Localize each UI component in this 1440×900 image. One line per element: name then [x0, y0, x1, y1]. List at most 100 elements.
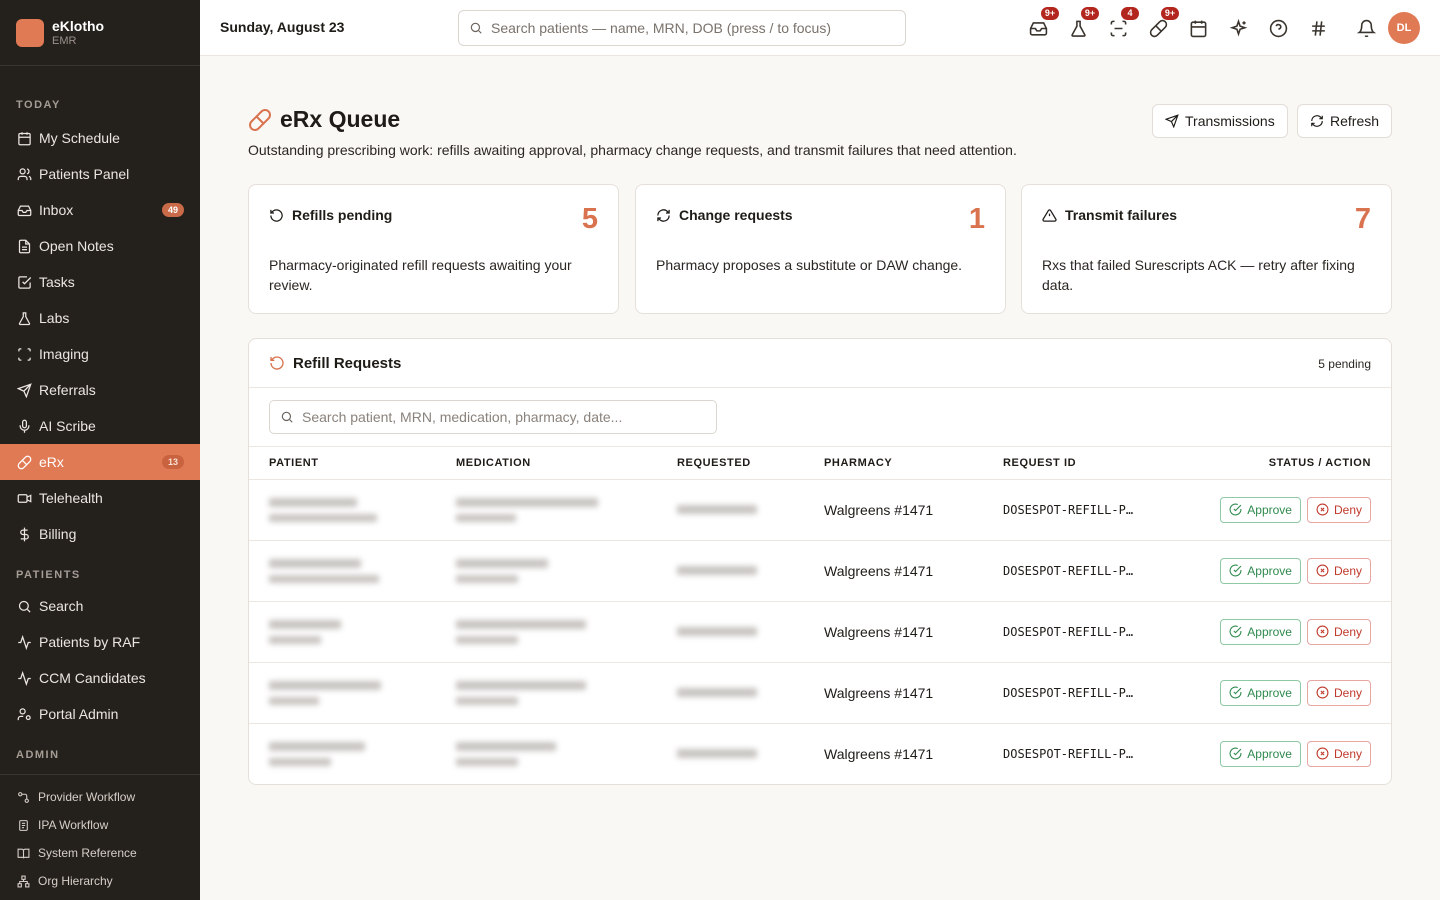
- hash-icon[interactable]: [1308, 18, 1328, 38]
- sidebar-item-open-notes[interactable]: Open Notes: [0, 228, 200, 264]
- x-circle-icon: [1316, 747, 1329, 760]
- labs-badge: 9+: [1081, 7, 1099, 20]
- deny-button[interactable]: Deny: [1306, 557, 1371, 584]
- patient-cell[interactable]: [249, 723, 456, 784]
- transmit-failures-card[interactable]: Transmit failures 7 Rxs that failed Sure…: [1021, 184, 1392, 314]
- approve-button[interactable]: Approve: [1220, 740, 1301, 767]
- sidebar-item-label: IPA Workflow: [38, 818, 109, 832]
- hierarchy-icon: [16, 874, 30, 888]
- erx-badge: 9+: [1161, 7, 1179, 20]
- sidebar-item-labs[interactable]: Labs: [0, 300, 200, 336]
- sidebar-item-portal-admin[interactable]: Portal Admin: [0, 696, 200, 732]
- calendar-icon[interactable]: [1188, 18, 1208, 38]
- refills-pending-card[interactable]: Refills pending 5 Pharmacy-originated re…: [248, 184, 619, 314]
- patient-search-input[interactable]: Search patients — name, MRN, DOB (press …: [458, 10, 906, 46]
- medication-cell: [456, 662, 677, 724]
- redacted-patient-mrn: [269, 635, 321, 644]
- topbar: Sunday, August 23 Search patients — name…: [200, 0, 1440, 56]
- requested-cell: [677, 540, 824, 602]
- check-circle-icon: [1229, 503, 1242, 516]
- sidebar-item-referrals[interactable]: Referrals: [0, 372, 200, 408]
- table-row[interactable]: Walgreens #1471 DOSESPOT-REFILL-P… Approve…: [249, 479, 1391, 541]
- redacted-date: [677, 566, 757, 575]
- deny-button[interactable]: Deny: [1306, 496, 1371, 523]
- deny-button[interactable]: Deny: [1306, 740, 1371, 767]
- patient-cell[interactable]: [249, 540, 456, 602]
- redacted-medication: [456, 619, 586, 629]
- deny-label: Deny: [1333, 563, 1362, 578]
- bell-icon[interactable]: [1356, 18, 1376, 38]
- change-requests-card[interactable]: Change requests 1 Pharmacy proposes a su…: [635, 184, 1006, 314]
- sidebar-item-patients-by-raf[interactable]: Patients by RAF: [0, 624, 200, 660]
- approve-button[interactable]: Approve: [1220, 496, 1301, 523]
- user-avatar[interactable]: DL: [1388, 12, 1420, 44]
- table-row[interactable]: Walgreens #1471 DOSESPOT-REFILL-P… Approve…: [249, 540, 1391, 602]
- transmissions-button[interactable]: Transmissions: [1152, 104, 1288, 138]
- flask-icon[interactable]: 9+: [1068, 7, 1099, 38]
- approve-button[interactable]: Approve: [1220, 618, 1301, 645]
- redacted-patient-name: [269, 497, 357, 507]
- sidebar-item-label: Inbox: [39, 202, 74, 218]
- redacted-date: [677, 688, 757, 697]
- x-circle-icon: [1316, 686, 1329, 699]
- sidebar-item-telehealth[interactable]: Telehealth: [0, 480, 200, 516]
- scan-icon[interactable]: 4: [1108, 7, 1139, 38]
- sidebar-item-provider-workflow[interactable]: Provider Workflow: [0, 783, 200, 811]
- table-row[interactable]: Walgreens #1471 DOSESPOT-REFILL-P… Approve…: [249, 662, 1391, 724]
- sidebar-item-my-schedule[interactable]: My Schedule: [0, 120, 200, 156]
- pill-icon: [248, 108, 272, 132]
- col-patient[interactable]: PATIENT: [249, 447, 456, 480]
- col-requested[interactable]: REQUESTED: [677, 447, 824, 480]
- send-icon: [1165, 114, 1179, 128]
- deny-button[interactable]: Deny: [1306, 679, 1371, 706]
- col-request-id[interactable]: REQUEST ID: [1003, 447, 1183, 480]
- sidebar-item-search[interactable]: Search: [0, 588, 200, 624]
- check-circle-icon: [1229, 625, 1242, 638]
- sidebar-item-tasks[interactable]: Tasks: [0, 264, 200, 300]
- send-icon: [16, 382, 32, 398]
- transmissions-label: Transmissions: [1185, 113, 1275, 129]
- sidebar-item-billing[interactable]: Billing: [0, 516, 200, 552]
- brand[interactable]: eKlotho EMR: [0, 0, 200, 66]
- inbox-icon[interactable]: 9+: [1028, 7, 1059, 38]
- refill-rows: Walgreens #1471 DOSESPOT-REFILL-P… Approve…: [249, 479, 1391, 784]
- sidebar-item-patients-panel[interactable]: Patients Panel: [0, 156, 200, 192]
- deny-label: Deny: [1333, 746, 1362, 761]
- book-icon: [16, 846, 30, 860]
- erx-count-badge: 13: [162, 455, 184, 469]
- pill-icon[interactable]: 9+: [1148, 7, 1179, 38]
- table-row[interactable]: Walgreens #1471 DOSESPOT-REFILL-P… Approve…: [249, 601, 1391, 663]
- sparkles-icon[interactable]: [1228, 18, 1248, 38]
- help-icon[interactable]: [1268, 18, 1288, 38]
- sidebar-item-system-reference[interactable]: System Reference: [0, 839, 200, 867]
- refill-search-input[interactable]: Search patient, MRN, medication, pharmac…: [269, 400, 717, 434]
- patient-cell[interactable]: [249, 479, 456, 541]
- sidebar-item-ai-scribe[interactable]: AI Scribe: [0, 408, 200, 444]
- patient-cell[interactable]: [249, 662, 456, 724]
- deny-label: Deny: [1333, 685, 1362, 700]
- deny-label: Deny: [1333, 502, 1362, 517]
- sidebar-item-label: CCM Candidates: [39, 670, 146, 686]
- approve-label: Approve: [1247, 746, 1292, 761]
- redacted-medication: [456, 558, 548, 568]
- sidebar-item-label: Provider Workflow: [38, 790, 136, 804]
- sidebar-item-inbox[interactable]: Inbox 49: [0, 192, 200, 228]
- approve-button[interactable]: Approve: [1220, 557, 1301, 584]
- sidebar-item-ccm-candidates[interactable]: CCM Candidates: [0, 660, 200, 696]
- refresh-button[interactable]: Refresh: [1297, 104, 1393, 138]
- col-medication[interactable]: MEDICATION: [456, 447, 677, 480]
- request-id-cell: DOSESPOT-REFILL-P…: [1003, 662, 1183, 724]
- sidebar-item-label: Patients Panel: [39, 166, 130, 182]
- inbox-icon: [16, 202, 32, 218]
- requested-cell: [677, 479, 824, 541]
- sidebar-item-imaging[interactable]: Imaging: [0, 336, 200, 372]
- sidebar-item-ipa-workflow[interactable]: IPA Workflow: [0, 811, 200, 839]
- sidebar-item-org-hierarchy[interactable]: Org Hierarchy: [0, 867, 200, 895]
- patient-cell[interactable]: [249, 601, 456, 663]
- sidebar-item-erx[interactable]: eRx 13: [0, 444, 200, 480]
- table-row[interactable]: Walgreens #1471 DOSESPOT-REFILL-P… Approve…: [249, 723, 1391, 784]
- approve-button[interactable]: Approve: [1220, 679, 1301, 706]
- clipboard-icon: [16, 818, 30, 832]
- col-pharmacy[interactable]: PHARMACY: [824, 447, 1003, 480]
- deny-button[interactable]: Deny: [1306, 618, 1371, 645]
